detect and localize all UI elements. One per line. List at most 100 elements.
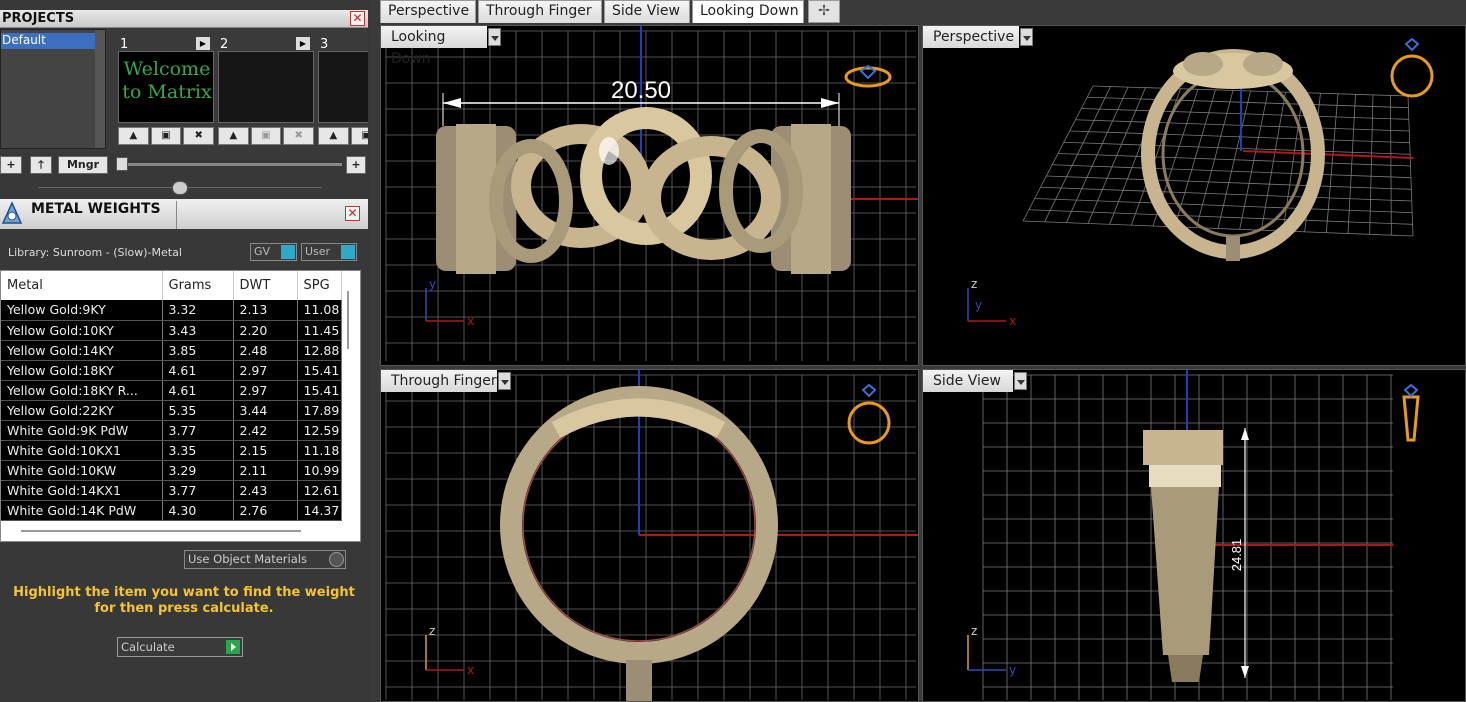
add-project-button[interactable]: + [0, 156, 22, 174]
ring-perspective-view[interactable] [1141, 49, 1325, 261]
table-row[interactable]: White Gold:14KX1 3.77 2.43 12.61 [1, 480, 342, 501]
project-slot-3[interactable]: 3 ▲ ▣ ✖ [318, 35, 368, 147]
axis-y-label: y [975, 298, 982, 312]
tab-looking-down[interactable]: Looking Down [692, 0, 804, 23]
table-row[interactable]: Yellow Gold:22KY 5.35 3.44 17.89 [1, 400, 342, 421]
table-cell: 12.88 [297, 340, 342, 361]
slot-buttons: ▲ ▣ ✖ [218, 127, 315, 145]
table-cell: White Gold:10KX1 [1, 440, 163, 461]
project-scroll-thumb[interactable] [116, 157, 128, 171]
viewport-looking-down[interactable]: 20.50 y x Looking Down [380, 25, 919, 366]
table-cell: 10.99 [297, 460, 342, 481]
chevron-down-icon[interactable] [488, 28, 501, 46]
viewport-label-looking-down[interactable]: Looking Down [381, 26, 501, 67]
calculate-button[interactable]: Calculate [117, 637, 243, 657]
table-cell: 2.48 [233, 340, 298, 361]
axis-triad: z y x [967, 277, 1016, 328]
viewport-label-through-finger[interactable]: Through Finger [381, 370, 511, 392]
table-row[interactable]: White Gold:14K PdW 4.30 2.76 14.37 [1, 500, 342, 521]
play-icon[interactable]: ▶ [296, 37, 310, 50]
projects-header: PROJECTS ✕ [0, 10, 368, 28]
project-slot-1[interactable]: 1 ▶ Welcome to Matrix ▲ ▣ ✖ [118, 35, 216, 147]
add-slot-button[interactable]: + [346, 156, 366, 174]
slot-thumbnail[interactable] [218, 51, 314, 123]
ring-side-icon[interactable] [1402, 383, 1420, 442]
dimension-width-label: 20.50 [611, 77, 671, 104]
save-icon[interactable]: ▣ [150, 127, 182, 145]
table-row[interactable]: Yellow Gold:14KY 3.85 2.48 12.88 [1, 340, 342, 361]
ring-side-view[interactable] [1143, 430, 1223, 682]
projects-close-button[interactable]: ✕ [350, 11, 365, 26]
metal-weights-close-button[interactable]: ✕ [345, 206, 360, 221]
gv-toggle-label: GV [254, 245, 271, 258]
tab-perspective[interactable]: Perspective [380, 0, 476, 23]
axis-x-label: x [1009, 314, 1016, 328]
upload-icon[interactable]: ▲ [218, 127, 249, 145]
column-header-grams[interactable]: Grams [162, 271, 234, 300]
table-cell: 12.59 [297, 420, 342, 441]
viewport-label-perspective[interactable]: Perspective [923, 26, 1033, 48]
table-cell: White Gold:14KX1 [1, 480, 163, 501]
table-row[interactable]: Yellow Gold:10KY 3.43 2.20 11.45 [1, 320, 342, 341]
ring-top-view[interactable] [436, 107, 851, 274]
viewport-label-side-view[interactable]: Side View [923, 370, 1027, 392]
ring-icon[interactable] [847, 383, 891, 445]
play-icon[interactable]: ▶ [196, 37, 210, 50]
table-cell: Yellow Gold:18KY [1, 360, 163, 381]
metal-table: Metal Grams DWT SPG Yellow Gold:9KY 3.32 2… [1, 271, 342, 521]
column-header-spg[interactable]: SPG [297, 271, 342, 300]
add-tab-icon[interactable]: ✢ [808, 0, 840, 23]
upload-icon[interactable]: ▲ [318, 127, 349, 145]
project-list-scrollbar[interactable] [95, 30, 105, 148]
use-object-materials-toggle[interactable]: Use Object Materials [184, 550, 346, 569]
project-item-default[interactable]: Default [1, 33, 95, 49]
table-cell: Yellow Gold:10KY [1, 320, 163, 341]
viewport-through-finger[interactable]: z x Through Finger [380, 369, 919, 702]
save-icon[interactable]: ▣ [250, 127, 282, 145]
projects-toolbar: + 🡑 Mngr + [0, 154, 368, 176]
metal-weights-table[interactable]: Metal Grams DWT SPG Yellow Gold:9KY 3.32 2… [0, 270, 361, 542]
chevron-down-icon[interactable] [498, 372, 511, 390]
table-row[interactable]: Yellow Gold:18KY 4.61 2.97 15.41 [1, 360, 342, 381]
column-header-dwt[interactable]: DWT [233, 271, 298, 300]
slot-thumbnail[interactable] [318, 51, 368, 123]
table-row[interactable]: White Gold:10KW 3.29 2.11 10.99 [1, 460, 342, 481]
scale-icon [1, 201, 23, 224]
viewport-perspective[interactable]: z y x Perspective [922, 25, 1466, 366]
gv-toggle[interactable]: GV [250, 243, 297, 261]
column-header-metal[interactable]: Metal [1, 271, 163, 300]
table-horizontal-scrollbar[interactable] [21, 530, 301, 532]
ring-icon[interactable] [1390, 37, 1434, 98]
axis-z-label: z [971, 624, 977, 638]
tab-through-finger[interactable]: Through Finger [478, 0, 602, 23]
projects-title: PROJECTS [2, 11, 75, 26]
save-icon[interactable]: ▣ [350, 127, 368, 145]
manager-button[interactable]: Mngr [58, 156, 108, 174]
chevron-down-icon[interactable] [1014, 372, 1027, 390]
user-toggle[interactable]: User [301, 243, 357, 261]
upload-icon[interactable]: ▲ [118, 127, 149, 145]
table-cell: Yellow Gold:9KY [1, 300, 163, 321]
table-row[interactable]: Yellow Gold:18KY R... 4.61 2.97 15.41 [1, 380, 342, 401]
chevron-down-icon[interactable] [1020, 28, 1033, 46]
table-cell: 2.97 [233, 360, 298, 381]
table-row[interactable]: White Gold:10KX1 3.35 2.15 11.18 [1, 440, 342, 461]
metal-weights-title: METAL WEIGHTS [31, 201, 161, 217]
project-scroll-track[interactable] [116, 157, 342, 171]
table-row[interactable]: White Gold:9K PdW 3.77 2.42 12.59 [1, 420, 342, 441]
slot-thumbnail[interactable]: Welcome to Matrix [118, 51, 214, 123]
panel-resize-handle[interactable] [172, 181, 188, 195]
up-arrow-icon[interactable]: 🡑 [30, 156, 52, 174]
table-vertical-scrollbar[interactable] [344, 291, 352, 349]
project-list[interactable]: Default [0, 29, 106, 149]
delete-icon[interactable]: ✖ [183, 127, 215, 145]
table-row[interactable]: Yellow Gold:9KY 3.32 2.13 11.08 [1, 300, 342, 321]
table-cell: White Gold:10KW [1, 460, 163, 481]
tab-side-view[interactable]: Side View [604, 0, 690, 23]
table-cell: 3.77 [162, 480, 234, 501]
axis-z-label: z [971, 277, 977, 291]
viewport-side-view[interactable]: 24.81 z y Side View [922, 369, 1466, 702]
viewport-label-text: Perspective [933, 29, 1015, 45]
project-slot-2[interactable]: 2 ▶ ▲ ▣ ✖ [218, 35, 316, 147]
delete-icon[interactable]: ✖ [283, 127, 315, 145]
